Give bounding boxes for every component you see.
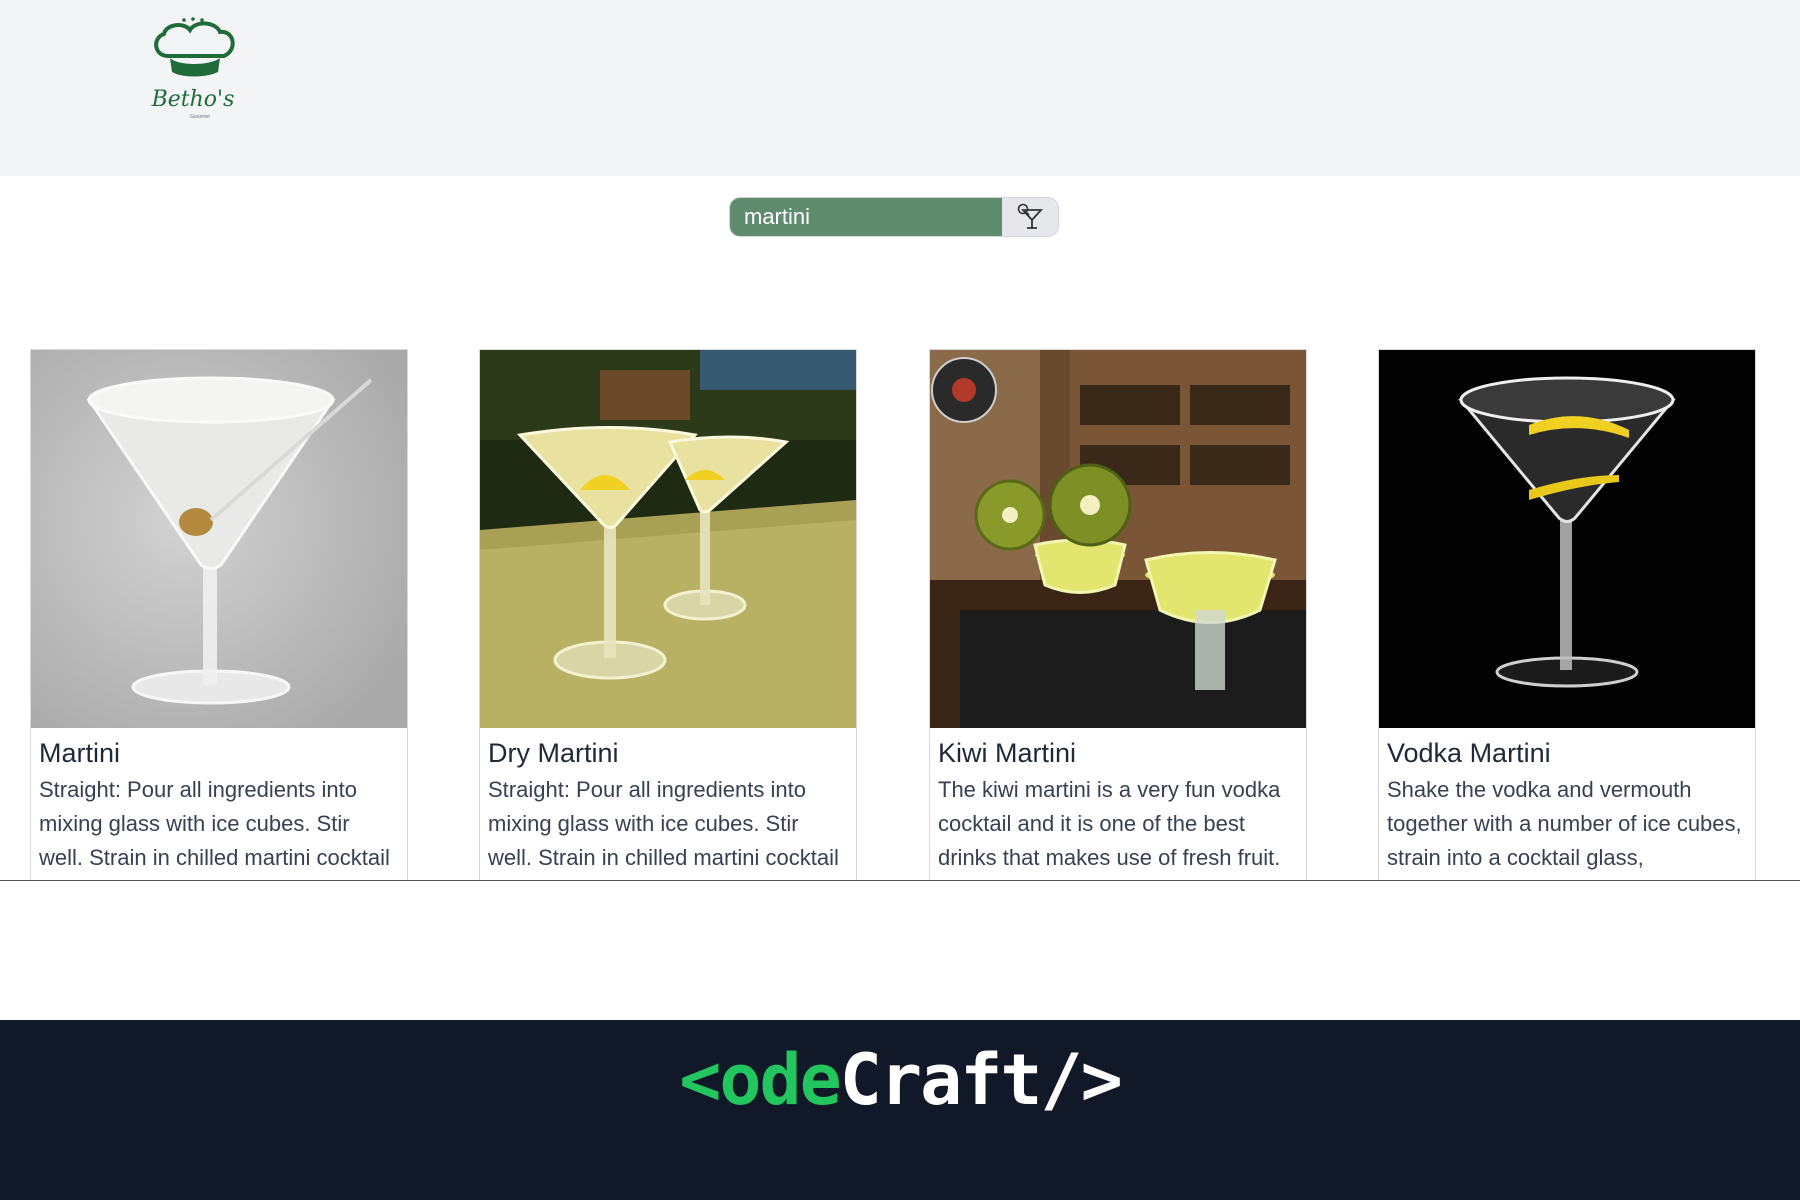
drink-card[interactable]: Kiwi Martini The kiwi martini is a very …	[929, 349, 1307, 880]
codecraft-brand-logo: <ode Craft/>	[0, 1020, 1800, 1140]
logo[interactable]: Betho's Gourmet	[140, 16, 246, 124]
header: Betho's Gourmet	[0, 0, 1800, 176]
drink-description: Shake the vodka and vermouth together wi…	[1387, 777, 1742, 870]
drink-title: Dry Martini	[488, 738, 619, 768]
brand-text-white: Craft/>	[839, 1039, 1123, 1121]
drink-image[interactable]	[1379, 350, 1755, 728]
chef-hat-logo-icon: Betho's Gourmet	[151, 17, 235, 120]
footer: <ode Craft/>	[0, 1020, 1800, 1200]
search-bar	[730, 198, 1058, 236]
drink-card[interactable]: Dry Martini Straight: Pour all ingredien…	[479, 349, 857, 880]
drink-title: Martini	[39, 738, 121, 768]
drink-title: Kiwi Martini	[938, 738, 1077, 768]
cocktail-search-icon	[1017, 203, 1044, 229]
results-grid: Martini Straight: Pour all ingredients i…	[0, 349, 1800, 881]
drink-card[interactable]: Martini Straight: Pour all ingredients i…	[30, 349, 408, 880]
drink-title: Vodka Martini	[1387, 738, 1551, 768]
search-input[interactable]	[730, 198, 1002, 236]
drink-description: The kiwi martini is a very fun vodka coc…	[938, 777, 1281, 870]
svg-text:Betho's: Betho's	[151, 87, 235, 112]
drink-description: Straight: Pour all ingredients into mixi…	[39, 777, 390, 880]
drink-card[interactable]: Vodka Martini Shake the vodka and vermou…	[1378, 349, 1756, 880]
drink-description: Straight: Pour all ingredients into mixi…	[488, 777, 839, 880]
drink-image[interactable]	[930, 350, 1306, 728]
drink-image[interactable]	[480, 350, 856, 728]
search-button[interactable]	[1002, 198, 1058, 236]
drink-image[interactable]	[31, 350, 407, 728]
brand-text-green: <ode	[679, 1039, 842, 1121]
svg-text:Gourmet: Gourmet	[190, 114, 210, 120]
